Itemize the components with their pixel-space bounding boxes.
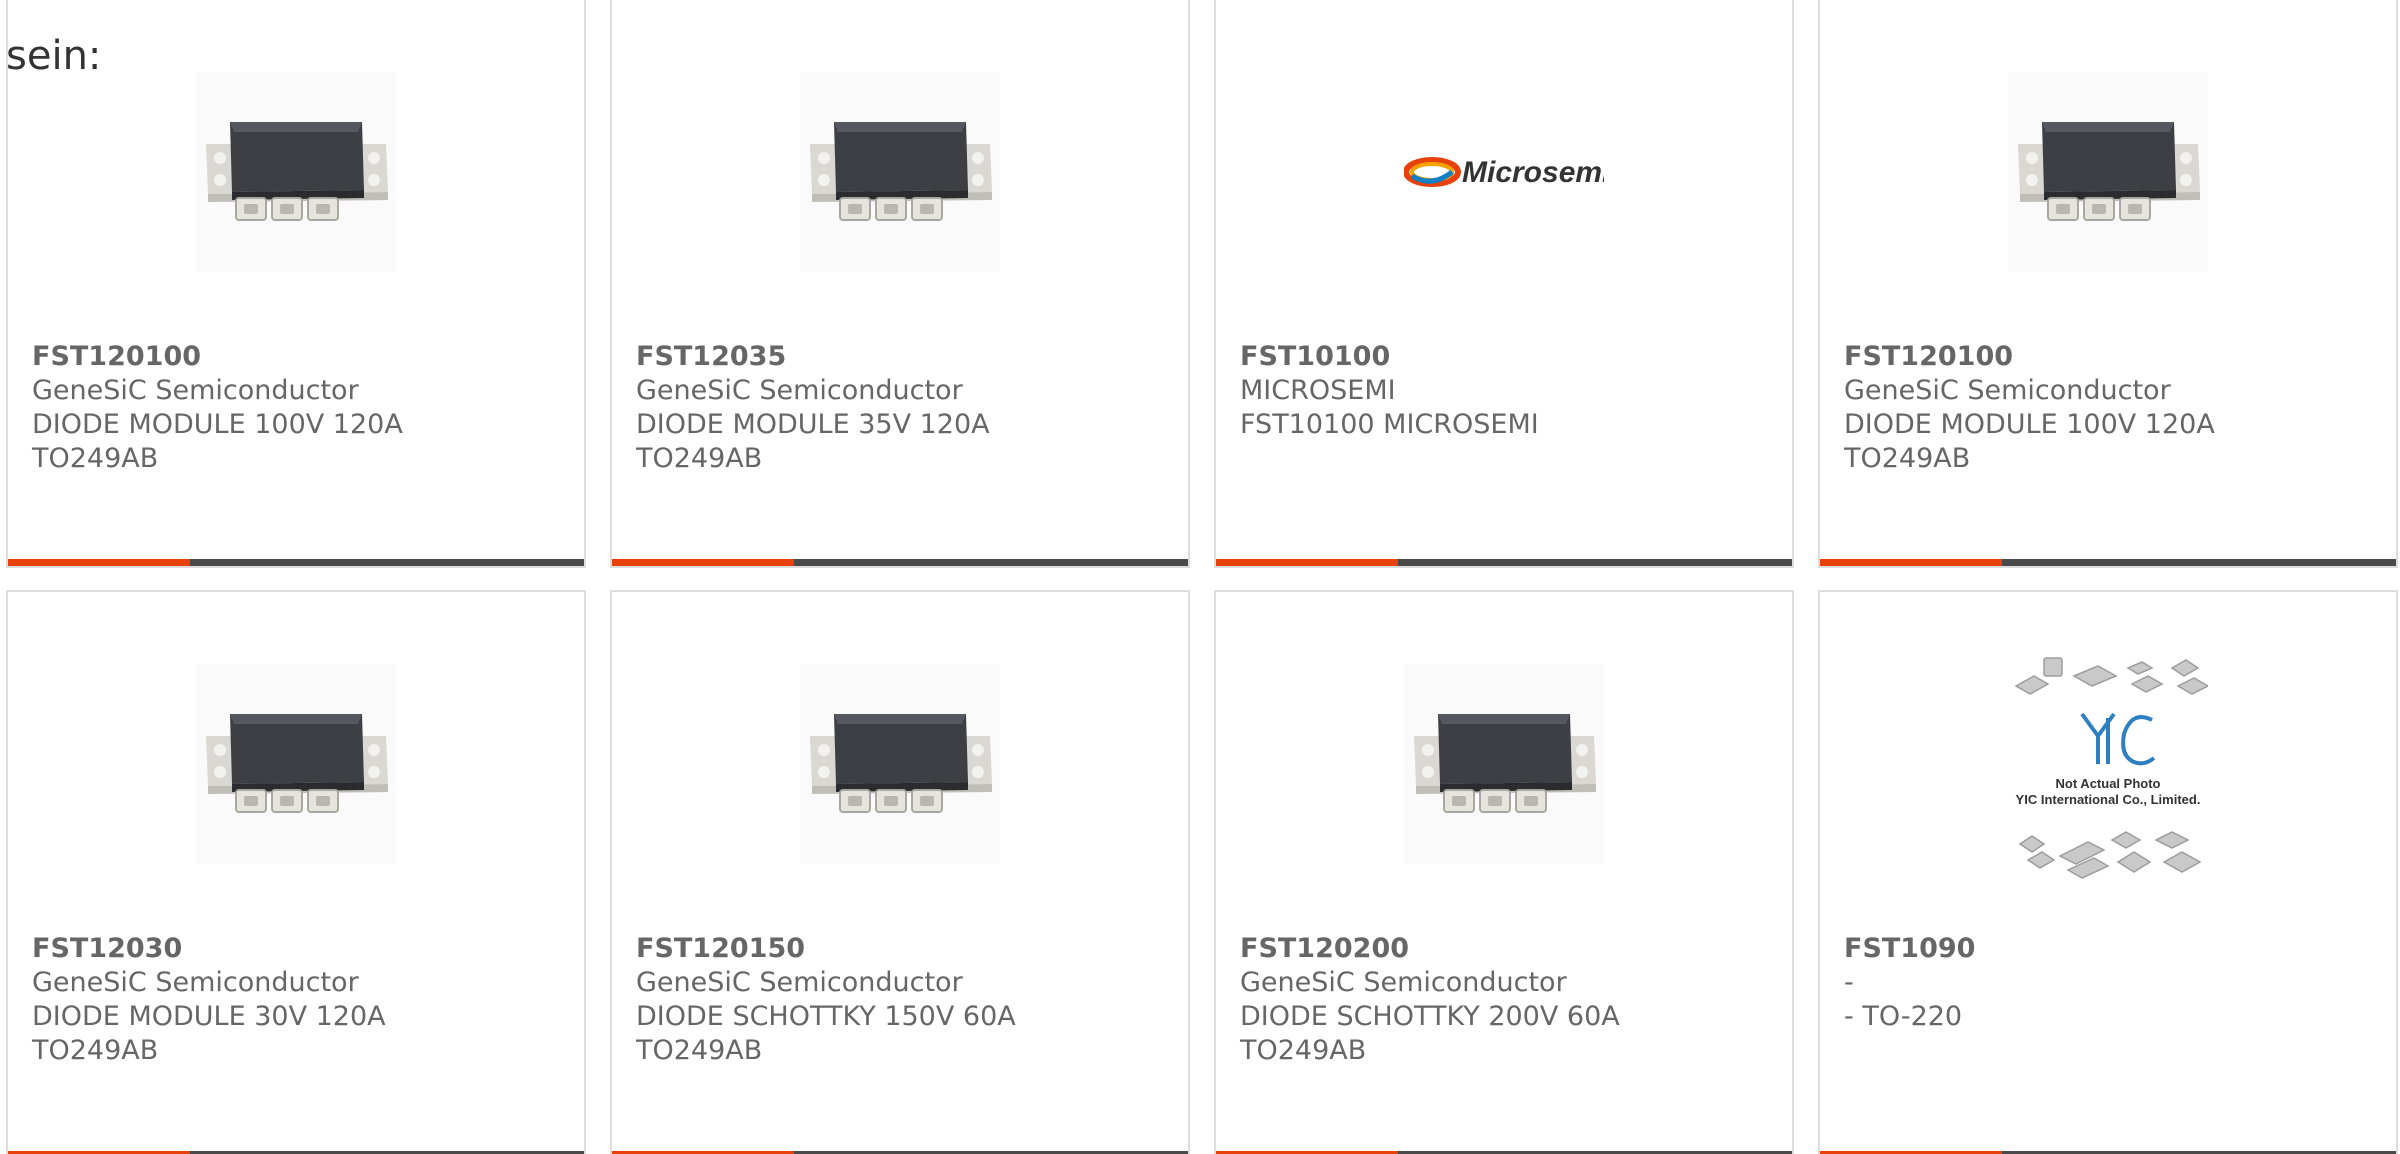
part-number-link[interactable]: FST120150: [636, 932, 1168, 966]
card-bottom-bar: [1820, 559, 2396, 566]
microsemi-logo[interactable]: Microsemi: [1404, 72, 1604, 272]
product-package: TO249AB: [636, 1035, 763, 1066]
manufacturer-name: GeneSiC Semiconductor: [1844, 375, 2171, 406]
product-info: FST120200 GeneSiC Semiconductor DIODE SCHO…: [1240, 932, 1772, 1068]
product-card[interactable]: FST12030 GeneSiC Semiconductor DIODE MODUL…: [6, 590, 586, 1154]
product-card[interactable]: FST12035 GeneSiC Semiconductor DIODE MODUL…: [610, 0, 1190, 568]
product-package: TO249AB: [1844, 443, 1971, 474]
part-number-link[interactable]: FST12035: [636, 340, 1168, 374]
product-description: DIODE SCHOTTKY 200V 60A: [1240, 1001, 1620, 1032]
diode-module-image[interactable]: [196, 664, 396, 864]
diode-module-image[interactable]: [800, 664, 1000, 864]
part-number-link[interactable]: FST120100: [32, 340, 564, 374]
manufacturer-name: MICROSEMI: [1240, 375, 1396, 406]
part-number-link[interactable]: FST10100: [1240, 340, 1772, 374]
part-number-link[interactable]: FST120200: [1240, 932, 1772, 966]
diode-module-image[interactable]: [1404, 664, 1604, 864]
product-info: FST120100 GeneSiC Semiconductor DIODE MODU…: [32, 340, 564, 476]
part-number-link[interactable]: FST12030: [32, 932, 564, 966]
diode-module-image[interactable]: [800, 72, 1000, 272]
product-package: TO249AB: [32, 1035, 159, 1066]
card-bottom-bar: [612, 559, 1188, 566]
product-description: DIODE MODULE 100V 120A: [32, 409, 403, 440]
card-bottom-bar: [8, 559, 584, 566]
manufacturer-name: GeneSiC Semiconductor: [32, 967, 359, 998]
card-accent-bar: [1216, 559, 1398, 566]
product-info: FST12035 GeneSiC Semiconductor DIODE MODUL…: [636, 340, 1168, 476]
product-package: TO249AB: [1240, 1035, 1367, 1066]
product-card[interactable]: Not Actual Photo YIC International Co., …: [1818, 590, 2398, 1154]
product-info: FST12030 GeneSiC Semiconductor DIODE MODUL…: [32, 932, 564, 1068]
card-accent-bar: [612, 559, 794, 566]
placeholder-caption-2: YIC International Co., Limited.: [2016, 792, 2201, 807]
manufacturer-name: GeneSiC Semiconductor: [1240, 967, 1567, 998]
product-card[interactable]: FST120150 GeneSiC Semiconductor DIODE SCHO…: [610, 590, 1190, 1154]
card-bottom-bar: [1216, 559, 1792, 566]
manufacturer-name: GeneSiC Semiconductor: [636, 375, 963, 406]
product-package: TO249AB: [32, 443, 159, 474]
product-card[interactable]: FST120200 GeneSiC Semiconductor DIODE SCHO…: [1214, 590, 1794, 1154]
product-description: DIODE MODULE 30V 120A: [32, 1001, 386, 1032]
microsemi-logo-text: Microsemi: [1462, 156, 1604, 189]
product-description: - TO-220: [1844, 1001, 1963, 1032]
diode-module-image[interactable]: [2008, 72, 2208, 272]
product-info: FST120100 GeneSiC Semiconductor DIODE MODU…: [1844, 340, 2376, 476]
product-package: TO249AB: [636, 443, 763, 474]
card-accent-bar: [8, 559, 190, 566]
product-info: FST10100 MICROSEMI FST10100 MICROSEMI: [1240, 340, 1772, 442]
placeholder-chips-image[interactable]: Not Actual Photo YIC International Co., …: [2008, 648, 2208, 888]
placeholder-caption-1: Not Actual Photo: [2056, 776, 2161, 791]
part-number-link[interactable]: FST120100: [1844, 340, 2376, 374]
product-card[interactable]: Microsemi FST10100 MICROSEMI FST10100 MICR…: [1214, 0, 1794, 568]
part-number-link[interactable]: FST1090: [1844, 932, 2376, 966]
product-info: FST120150 GeneSiC Semiconductor DIODE SCHO…: [636, 932, 1168, 1068]
card-accent-bar: [1820, 559, 2002, 566]
manufacturer-name: GeneSiC Semiconductor: [636, 967, 963, 998]
product-grid-page: sein: FST120100 GeneSiC Semiconductor DIOD…: [0, 0, 2400, 1154]
product-description: FST10100 MICROSEMI: [1240, 409, 1539, 440]
product-description: DIODE SCHOTTKY 150V 60A: [636, 1001, 1016, 1032]
product-info: FST1090- - TO-220: [1844, 932, 2376, 1034]
product-card[interactable]: FST120100 GeneSiC Semiconductor DIODE MODU…: [1818, 0, 2398, 568]
manufacturer-name: -: [1844, 967, 1854, 998]
manufacturer-name: GeneSiC Semiconductor: [32, 375, 359, 406]
lead-text: sein:: [6, 33, 102, 79]
diode-module-image[interactable]: [196, 72, 396, 272]
product-description: DIODE MODULE 100V 120A: [1844, 409, 2215, 440]
product-description: DIODE MODULE 35V 120A: [636, 409, 990, 440]
product-card[interactable]: FST120100 GeneSiC Semiconductor DIODE MODU…: [6, 0, 586, 568]
